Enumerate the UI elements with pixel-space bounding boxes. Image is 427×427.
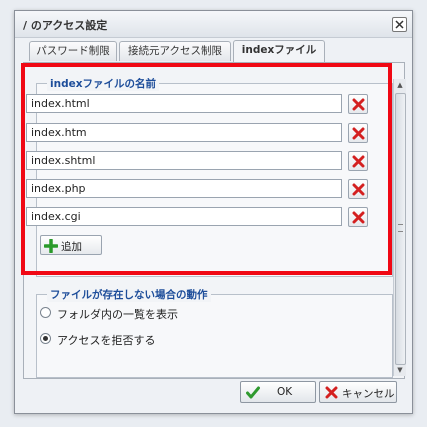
scroll-thumb[interactable] <box>395 93 406 365</box>
tab-label: パスワード制限 <box>36 45 110 57</box>
scroll-down-arrow[interactable]: ▼ <box>394 364 406 376</box>
radio-button-checked[interactable] <box>40 333 51 344</box>
tab-password[interactable]: パスワード制限 <box>29 41 117 61</box>
cancel-label: キャンセル <box>342 388 395 400</box>
cancel-button[interactable]: キャンセル <box>319 381 397 403</box>
tab-label: 接続元アクセス制限 <box>128 45 222 57</box>
close-button[interactable] <box>392 17 407 32</box>
tab-label: indexファイル <box>241 44 317 56</box>
close-icon <box>395 20 404 29</box>
title-bar: / のアクセス設定 <box>15 11 412 38</box>
highlight-annotation <box>21 63 392 275</box>
radio-label: アクセスを拒否する <box>57 334 156 347</box>
radio-button[interactable] <box>40 307 51 318</box>
scrollbar[interactable]: ▲ ▼ <box>393 79 406 376</box>
dialog-title: / のアクセス設定 <box>23 19 108 32</box>
ok-button[interactable]: OK <box>240 381 316 403</box>
radio-label: フォルダ内の一覧を表示 <box>57 308 178 321</box>
scroll-up-arrow[interactable]: ▲ <box>394 79 406 91</box>
check-icon <box>246 386 260 399</box>
red-x-icon <box>325 386 338 399</box>
missing-file-legend: ファイルが存在しない場合の動作 <box>47 287 211 302</box>
grip-icon <box>398 224 403 232</box>
tab-connection[interactable]: 接続元アクセス制限 <box>119 41 231 61</box>
ok-label: OK <box>277 386 293 398</box>
tab-index-file[interactable]: indexファイル <box>233 40 325 62</box>
